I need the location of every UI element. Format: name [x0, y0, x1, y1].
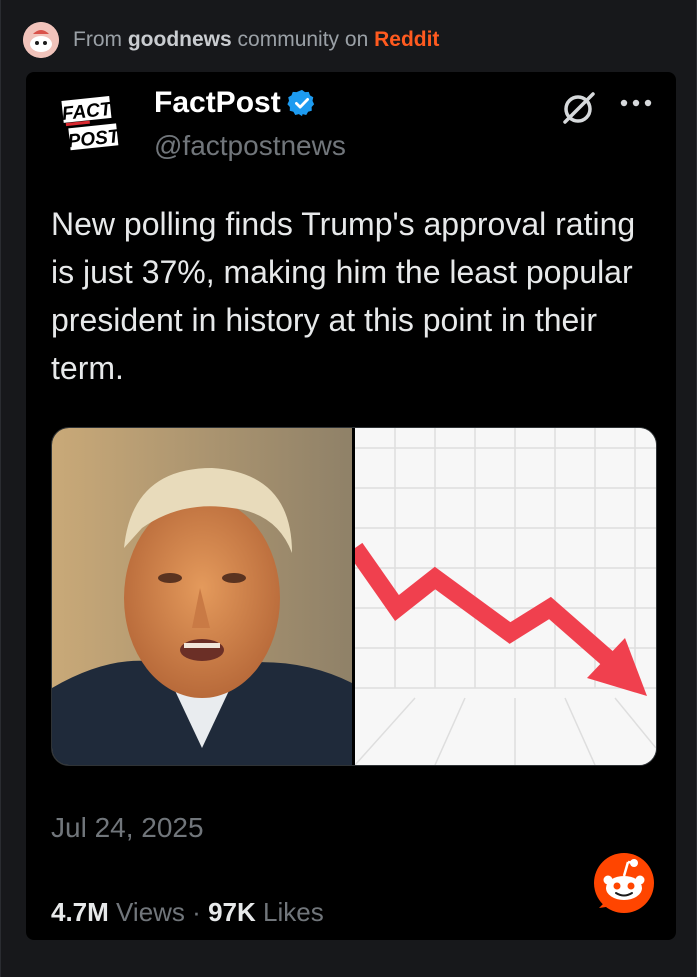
likes-count: 97K [208, 897, 256, 927]
tweet-media[interactable] [51, 427, 657, 766]
grok-icon[interactable] [559, 88, 599, 128]
source-caption: From goodnews community on Reddit [73, 28, 439, 52]
declining-chart-image[interactable] [347, 428, 656, 765]
verified-badge-icon [287, 89, 314, 117]
reddit-snoo-icon[interactable] [591, 850, 657, 916]
tweet-stats: 4.7M Views · 97K Likes [51, 897, 324, 928]
author-name-row[interactable]: FactPost [154, 86, 317, 120]
stats-separator: · [192, 897, 201, 927]
likes-label: Likes [263, 897, 324, 927]
snoo-avatar-icon [23, 22, 59, 58]
source-row[interactable]: From goodnews community on Reddit [23, 20, 439, 60]
views-count: 4.7M [51, 897, 109, 927]
community-link[interactable]: goodnews [128, 28, 232, 51]
views-label: Views [116, 897, 185, 927]
photo-portrait[interactable] [52, 428, 352, 765]
tweet-card[interactable]: FACT POST FactPost @factpostnews New pol… [26, 72, 676, 940]
source-middle: community on [237, 28, 369, 51]
author-name[interactable]: FactPost [154, 86, 281, 120]
factpost-logo[interactable]: FACT POST [60, 89, 122, 159]
source-prefix: From [73, 28, 122, 51]
reddit-link[interactable]: Reddit [374, 28, 439, 51]
more-icon[interactable] [618, 90, 654, 110]
author-handle[interactable]: @factpostnews [154, 130, 346, 162]
post-container: From goodnews community on Reddit FACT P… [0, 0, 697, 977]
community-avatar[interactable] [23, 22, 59, 58]
tweet-date[interactable]: Jul 24, 2025 [51, 812, 204, 844]
tweet-text: New polling finds Trump's approval ratin… [51, 206, 636, 386]
